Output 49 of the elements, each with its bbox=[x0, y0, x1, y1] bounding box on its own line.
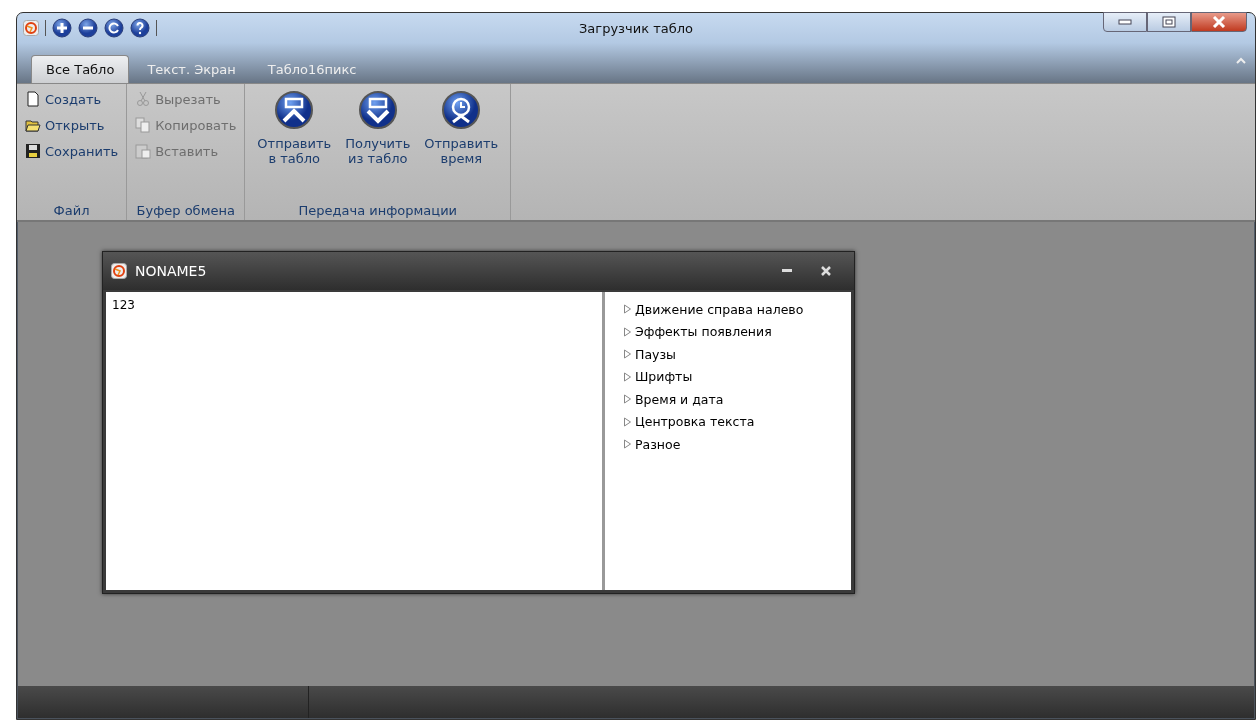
plus-icon[interactable] bbox=[52, 18, 72, 38]
tree-item[interactable]: Время и дата bbox=[635, 391, 724, 407]
text-editor[interactable]: 123 bbox=[106, 292, 605, 590]
ribbon-button[interactable]: Сохранить bbox=[23, 140, 121, 162]
ribbon-button[interactable]: Создать bbox=[23, 88, 121, 110]
copy-icon bbox=[135, 117, 152, 133]
document-app-icon bbox=[111, 263, 127, 279]
tree-item[interactable]: Эффекты появления bbox=[635, 324, 772, 340]
ribbon-button[interactable]: Отправить в табло bbox=[255, 88, 334, 203]
close-icon[interactable] bbox=[820, 265, 832, 277]
expand-icon[interactable] bbox=[623, 304, 632, 315]
ribbon-button[interactable]: Открыть bbox=[23, 114, 121, 136]
expand-icon[interactable] bbox=[623, 394, 632, 405]
folder-icon bbox=[25, 117, 41, 133]
minus-icon[interactable] bbox=[78, 18, 98, 38]
display-upload-icon bbox=[274, 90, 315, 130]
window-title: Загрузчик табло bbox=[579, 20, 693, 36]
document-icon bbox=[25, 91, 41, 107]
minimize-icon[interactable] bbox=[782, 269, 792, 273]
maximize-button[interactable] bbox=[1147, 12, 1191, 32]
ribbon-tab[interactable]: Все Табло bbox=[31, 55, 130, 83]
expand-icon[interactable] bbox=[623, 416, 632, 427]
close-button[interactable] bbox=[1191, 12, 1247, 32]
tree-item[interactable]: Разное bbox=[635, 436, 681, 452]
maximize-icon bbox=[1162, 16, 1176, 28]
ribbon-button[interactable]: Отправить время bbox=[422, 88, 501, 203]
close-icon bbox=[1212, 16, 1226, 28]
expand-icon[interactable] bbox=[623, 439, 632, 450]
tree-item[interactable]: Центровка текста bbox=[635, 414, 755, 430]
minimize-icon bbox=[1118, 19, 1132, 25]
app-icon bbox=[23, 20, 39, 36]
group-label: Передача информации bbox=[298, 203, 458, 218]
tree-item[interactable]: Шрифты bbox=[635, 369, 693, 385]
document-title: NONAME5 bbox=[135, 263, 207, 279]
expand-icon[interactable] bbox=[623, 349, 632, 360]
expand-icon[interactable] bbox=[623, 326, 632, 337]
scissors-icon bbox=[135, 91, 152, 107]
display-download-icon bbox=[357, 90, 398, 130]
ribbon-button[interactable]: Получить из табло bbox=[343, 88, 413, 203]
group-label: Буфер обмена bbox=[136, 203, 235, 218]
tree-item[interactable]: Движение справа налево bbox=[635, 301, 804, 317]
minimize-button[interactable] bbox=[1103, 12, 1147, 32]
group-label: Файл bbox=[53, 203, 90, 218]
refresh-icon[interactable] bbox=[104, 18, 124, 38]
tree-item[interactable]: Паузы bbox=[635, 346, 676, 362]
help-icon[interactable] bbox=[130, 18, 150, 38]
clock-icon bbox=[441, 90, 482, 130]
expand-icon[interactable] bbox=[623, 371, 632, 382]
clipboard-icon bbox=[135, 143, 152, 159]
